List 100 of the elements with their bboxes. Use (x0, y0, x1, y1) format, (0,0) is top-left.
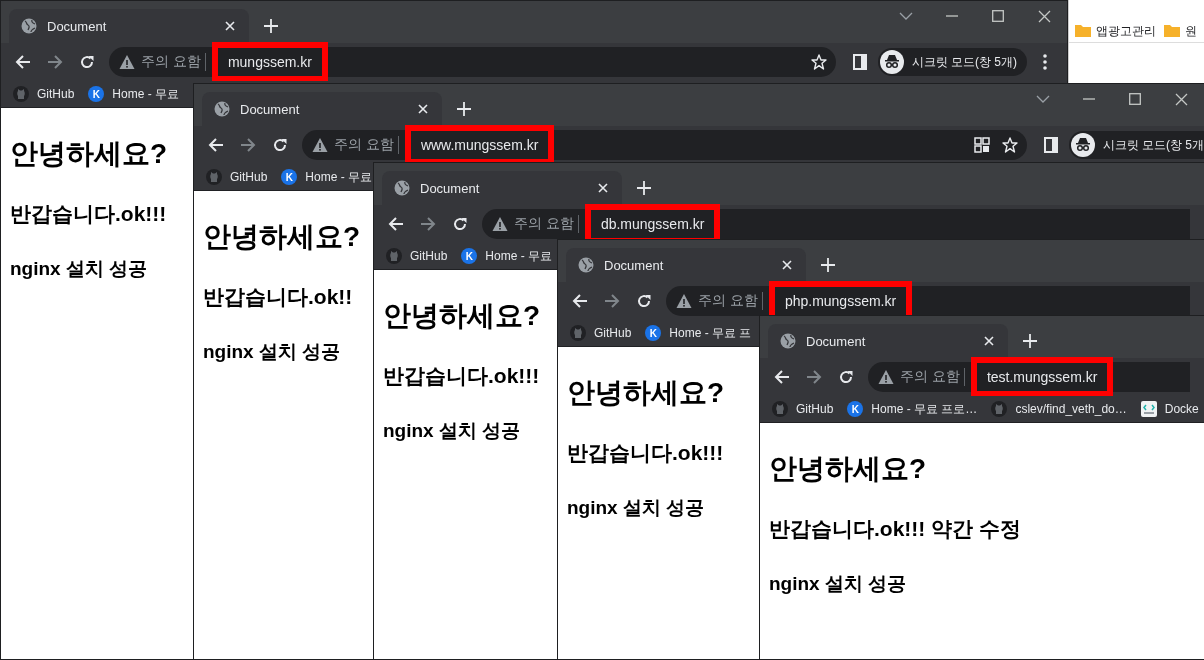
bookmark-folder[interactable]: 원 (1164, 22, 1197, 40)
code-icon (1140, 401, 1157, 417)
chevron-down-icon (899, 12, 913, 20)
page-heading: 반갑습니다.ok!!! (567, 440, 724, 466)
forward-arrow-icon (47, 54, 63, 70)
github-icon (386, 248, 402, 264)
github-icon (570, 325, 586, 341)
bookmark[interactable]: GitHub (570, 325, 632, 341)
reload-icon (838, 369, 854, 385)
back-arrow-icon (774, 369, 790, 385)
maximize-icon (992, 10, 1004, 22)
close-icon (596, 181, 610, 195)
back-arrow-icon (15, 54, 31, 70)
star-icon (810, 54, 827, 70)
plus-icon (636, 180, 652, 196)
menu-icon (1043, 54, 1047, 70)
plus-icon (820, 257, 836, 273)
bookmark[interactable]: K Home - 무료 (88, 85, 180, 103)
plus-icon (456, 101, 472, 117)
page-heading: 안녕하세요? (203, 220, 361, 254)
close-icon (223, 19, 237, 33)
warning-icon (312, 137, 328, 153)
bookmark[interactable]: K Home - 무료 (461, 247, 553, 265)
globe-icon (21, 18, 37, 34)
page-heading: 반갑습니다.ok!! (203, 284, 353, 310)
letter-icon: K (461, 248, 478, 264)
browser-tab[interactable]: Document (768, 324, 1008, 358)
reload-icon (272, 137, 288, 153)
bookmark[interactable]: GitHub (206, 169, 268, 185)
forward-arrow-icon (604, 293, 620, 309)
letter-icon: K (281, 169, 298, 185)
reload-icon (79, 54, 95, 70)
bookmark[interactable]: GitHub (772, 401, 834, 417)
page-heading: 안녕하세요? (567, 376, 725, 410)
incognito-button[interactable]: 시크릿 모드(창 5개) (877, 48, 1027, 76)
bookmark[interactable]: cslev/find_veth_do… (991, 401, 1127, 417)
globe-icon (780, 333, 796, 349)
incognito-icon (879, 50, 904, 74)
globe-icon (394, 180, 410, 196)
forward-arrow-icon (240, 137, 256, 153)
incognito-icon (1070, 133, 1095, 157)
page-heading: 반갑습니다.ok!!! 약간 수정 (769, 516, 1021, 542)
forward-arrow-icon (806, 369, 822, 385)
warning-icon (878, 369, 894, 385)
folder-icon (1164, 23, 1180, 39)
warning-icon (676, 293, 692, 309)
plus-icon (1022, 333, 1038, 349)
page-heading: 반갑습니다.ok!!! (10, 201, 167, 227)
maximize-icon (1129, 93, 1141, 105)
security-label: 주의 요함 (334, 136, 399, 154)
security-label: 주의 요함 (141, 53, 206, 71)
page-heading: nginx 설치 성공 (383, 419, 521, 443)
page-heading: 안녕하세요? (10, 137, 168, 171)
close-icon (416, 102, 430, 116)
page-heading: nginx 설치 성공 (203, 340, 341, 364)
bookmark[interactable]: GitHub (386, 248, 448, 264)
highlighted-url: mungssem.kr (211, 42, 328, 82)
browser-tab[interactable]: Document (202, 92, 442, 126)
security-label: 주의 요함 (698, 292, 763, 310)
github-icon (772, 401, 788, 417)
side-panel-icon (1043, 137, 1058, 153)
back-arrow-icon (572, 293, 588, 309)
page-heading: nginx 설치 성공 (10, 257, 148, 281)
highlighted-url: test.mungssem.kr (970, 357, 1114, 397)
github-icon (206, 169, 222, 185)
folder-icon (1075, 23, 1091, 39)
bookmark[interactable]: K Home - 무료 프 (645, 324, 752, 342)
reload-icon (452, 216, 468, 232)
globe-icon (578, 257, 594, 273)
chevron-down-icon (1036, 95, 1050, 103)
star-icon (1001, 137, 1018, 153)
security-label: 주의 요함 (900, 368, 965, 386)
security-label: 주의 요함 (514, 215, 579, 233)
plus-icon (263, 18, 279, 34)
minimize-icon (1083, 98, 1095, 100)
bookmark[interactable]: GitHub (13, 86, 75, 102)
letter-icon: K (88, 86, 105, 102)
close-icon (1037, 9, 1051, 23)
page-heading: 반갑습니다.ok!!! (383, 363, 540, 389)
back-arrow-icon (388, 216, 404, 232)
page-heading: 안녕하세요? (769, 452, 927, 486)
incognito-button[interactable]: 시크릿 모드(창 5개 (1068, 131, 1204, 159)
bookmark[interactable]: Docke (1140, 401, 1199, 417)
forward-arrow-icon (420, 216, 436, 232)
browser-tab[interactable]: Document (9, 9, 249, 43)
browser-tab[interactable]: Document (566, 248, 806, 282)
warning-icon (119, 54, 135, 70)
reload-icon (636, 293, 652, 309)
globe-icon (214, 101, 230, 117)
page-heading: nginx 설치 성공 (769, 572, 907, 596)
close-icon (982, 334, 996, 348)
minimize-icon (946, 15, 958, 17)
bookmark[interactable]: K Home - 무료 (281, 168, 373, 186)
bookmark[interactable]: K Home - 무료 프로… (847, 400, 978, 418)
github-icon (991, 401, 1008, 417)
warning-icon (492, 216, 508, 232)
side-panel-icon (852, 54, 867, 70)
browser-tab[interactable]: Document (382, 171, 622, 205)
bookmark-folder[interactable]: 앱광고관리 (1075, 22, 1156, 40)
letter-icon: K (645, 325, 662, 341)
